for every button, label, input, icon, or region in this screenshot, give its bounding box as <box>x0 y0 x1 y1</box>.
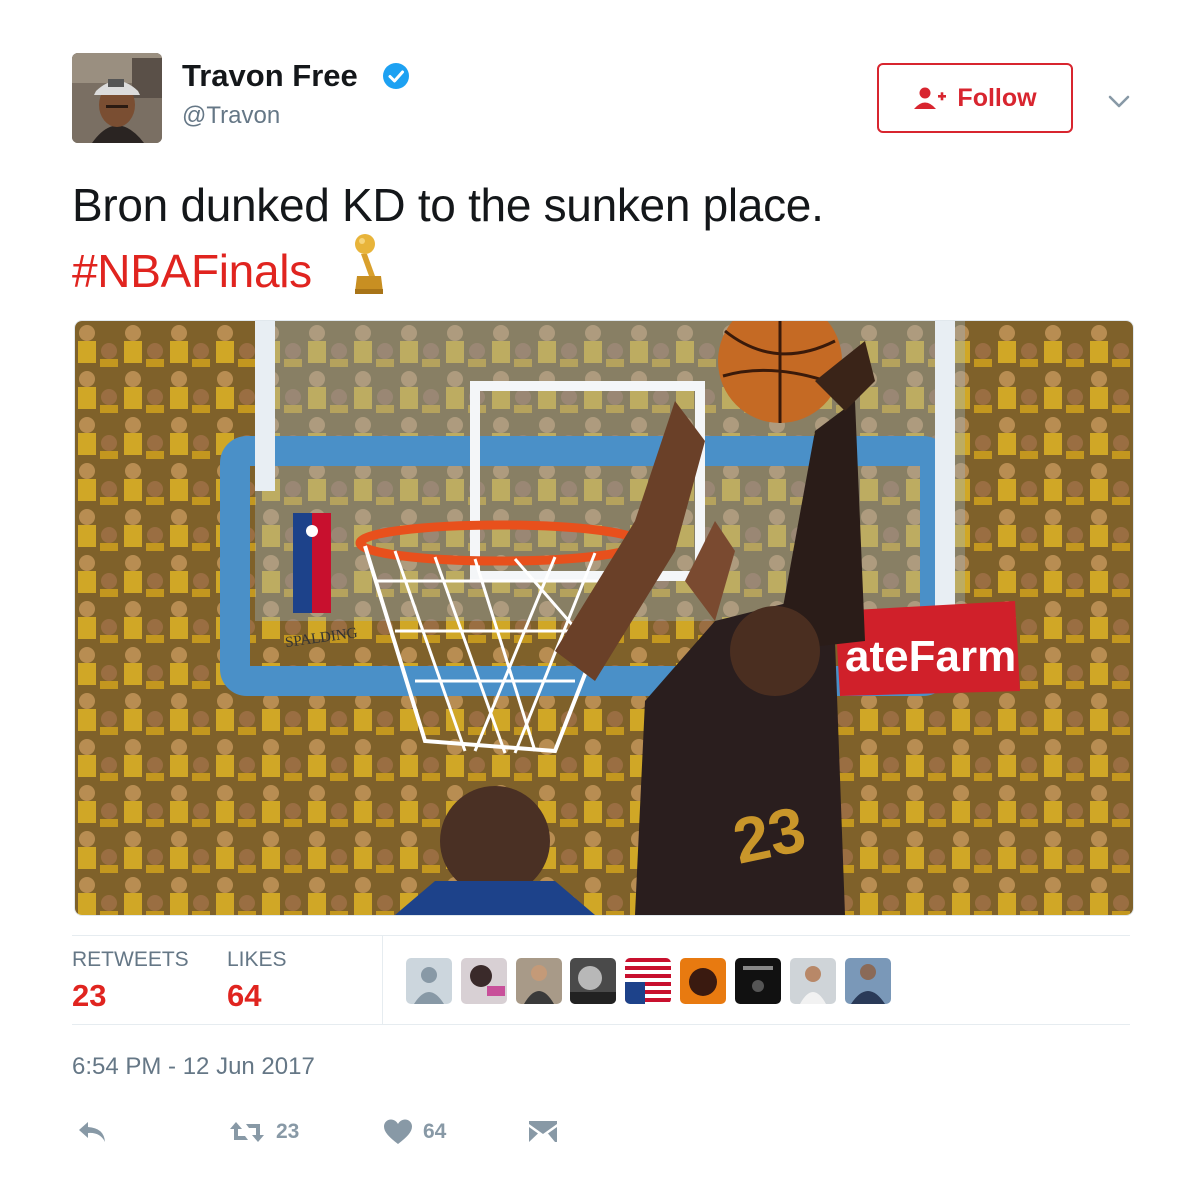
liker-avatar[interactable] <box>516 958 562 1004</box>
follow-button-label: Follow <box>957 83 1037 112</box>
trophy-icon <box>355 234 383 294</box>
retweet-icon <box>230 1122 264 1142</box>
stats-divider-top <box>72 935 1130 936</box>
tweet-media-photo[interactable]: SPALDING ateFarm 23 <box>74 320 1134 916</box>
reply-button[interactable] <box>76 1116 108 1148</box>
liker-avatar[interactable] <box>570 958 616 1004</box>
stats-divider-vertical <box>382 936 383 1024</box>
author-handle[interactable]: @Travon <box>182 102 280 130</box>
like-count: 64 <box>423 1120 447 1143</box>
chevron-down-icon[interactable] <box>1104 86 1134 116</box>
liker-avatar[interactable] <box>680 958 726 1004</box>
envelope-icon <box>529 1121 557 1142</box>
tweet-text: Bron dunked KD to the sunken place. <box>72 179 824 231</box>
retweet-count: 23 <box>276 1120 300 1143</box>
author-display-name[interactable]: Travon Free <box>182 58 358 94</box>
stats-divider-bottom <box>72 1024 1130 1025</box>
follow-button[interactable]: Follow <box>877 63 1073 133</box>
like-button[interactable]: 64 <box>383 1116 446 1148</box>
liker-avatar[interactable] <box>845 958 891 1004</box>
svg-text:23: 23 <box>727 792 812 877</box>
heart-icon <box>384 1119 412 1144</box>
liker-avatar[interactable] <box>406 958 452 1004</box>
retweet-button[interactable]: 23 <box>228 1116 299 1148</box>
add-user-icon <box>914 87 947 109</box>
likes-count[interactable]: 64 <box>227 978 261 1014</box>
liker-avatar[interactable] <box>625 958 671 1004</box>
retweets-count[interactable]: 23 <box>72 978 106 1014</box>
liker-avatar[interactable] <box>461 958 507 1004</box>
likes-label[interactable]: LIKES <box>227 948 287 972</box>
liker-avatar[interactable] <box>790 958 836 1004</box>
tweet-timestamp[interactable]: 6:54 PM - 12 Jun 2017 <box>72 1053 315 1081</box>
liker-avatar[interactable] <box>735 958 781 1004</box>
verified-badge-icon <box>383 63 409 89</box>
svg-text:ateFarm: ateFarm <box>845 632 1016 681</box>
author-avatar[interactable] <box>72 53 162 143</box>
reply-icon <box>79 1122 105 1142</box>
hashtag-link[interactable]: #NBAFinals <box>72 244 312 298</box>
retweets-label[interactable]: RETWEETS <box>72 948 189 972</box>
direct-message-button[interactable] <box>528 1116 558 1148</box>
basketball-dunk-photo: SPALDING ateFarm 23 <box>75 321 1133 915</box>
